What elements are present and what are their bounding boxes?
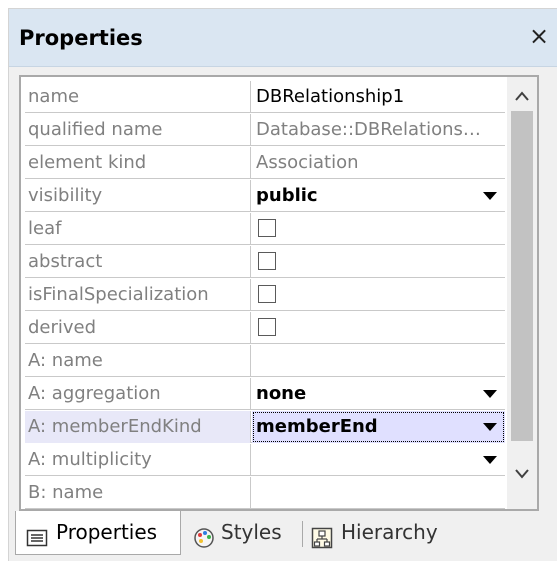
properties-icon [26,521,48,547]
scroll-down-icon[interactable] [507,459,537,489]
property-name: qualified name [25,114,251,146]
property-row-leaf[interactable]: leaf [25,213,505,245]
property-value-text: none [256,383,307,404]
property-name: visibility [25,180,251,212]
property-row-name[interactable]: name DBRelationship1 [25,81,505,113]
property-value[interactable]: DBRelationship1 [252,81,505,113]
dropdown-arrow-icon[interactable] [483,192,497,200]
panel-title: Properties [19,26,143,50]
property-row-qualified-name[interactable]: qualified name Database::DBRelations… [25,114,505,146]
property-value[interactable] [252,312,505,344]
property-value[interactable] [252,345,505,377]
tab-styles[interactable]: Styles [191,511,299,555]
property-row-a-multiplicity[interactable]: A: multiplicity [25,444,505,476]
property-row-derived[interactable]: derived [25,312,505,344]
property-value-text: Database::DBRelations… [256,119,481,140]
checkbox[interactable] [258,252,276,270]
property-value[interactable]: public [252,180,505,212]
property-name: B: name [25,477,251,509]
property-name: A: name [25,345,251,377]
property-value: Association [252,147,505,179]
properties-window: Properties × name DBRelationship1 qualifie… [8,8,557,561]
property-row-visibility[interactable]: visibility public [25,180,505,212]
hierarchy-icon [311,521,333,549]
property-value[interactable]: memberEnd [252,411,505,443]
property-row-element-kind[interactable]: element kind Association [25,147,505,179]
property-value[interactable] [252,279,505,311]
property-value-text: Association [256,152,359,173]
tab-strip: Properties Styles Hierarchy [9,511,557,562]
property-row-a-memberendkind[interactable]: A: memberEndKind memberEnd [25,411,505,443]
property-value: Database::DBRelations… [252,114,505,146]
property-name: A: memberEndKind [25,411,251,443]
property-name: A: aggregation [25,378,251,410]
tab-properties[interactable]: Properties [15,511,181,555]
property-row-b-name[interactable]: B: name [25,477,505,509]
title-bar: Properties × [9,9,557,67]
scroll-thumb[interactable] [511,111,533,441]
dropdown-arrow-icon[interactable] [483,390,497,398]
checkbox[interactable] [258,285,276,303]
property-grid: name DBRelationship1 qualified name Databas… [19,75,539,511]
property-row-a-aggregation[interactable]: A: aggregation none [25,378,505,410]
property-name: element kind [25,147,251,179]
property-name: derived [25,312,251,344]
property-row-abstract[interactable]: abstract [25,246,505,278]
vertical-scrollbar[interactable] [507,77,537,509]
dropdown-arrow-icon[interactable] [483,423,497,431]
property-name: name [25,81,251,113]
tab-styles-label: Styles [221,520,282,544]
tab-hierarchy[interactable]: Hierarchy [309,511,459,555]
dropdown-arrow-icon[interactable] [483,456,497,464]
checkbox[interactable] [258,219,276,237]
property-value[interactable]: none [252,378,505,410]
tab-hierarchy-label: Hierarchy [341,520,438,544]
property-row-isfinalspecialization[interactable]: isFinalSpecialization [25,279,505,311]
property-value[interactable] [252,477,505,509]
property-name: isFinalSpecialization [25,279,251,311]
tab-separator [302,521,303,547]
scroll-up-icon[interactable] [507,81,537,111]
property-value-text: DBRelationship1 [256,86,405,107]
property-value-text: public [256,185,318,206]
tab-properties-label: Properties [56,520,158,544]
styles-palette-icon [193,521,215,548]
property-name: leaf [25,213,251,245]
property-value-text: memberEnd [256,416,378,437]
property-value[interactable] [252,444,505,476]
checkbox[interactable] [258,318,276,336]
property-row-a-name[interactable]: A: name [25,345,505,377]
property-value[interactable] [252,246,505,278]
property-name: A: multiplicity [25,444,251,476]
close-icon[interactable]: × [527,23,551,49]
property-value[interactable] [252,213,505,245]
property-name: abstract [25,246,251,278]
